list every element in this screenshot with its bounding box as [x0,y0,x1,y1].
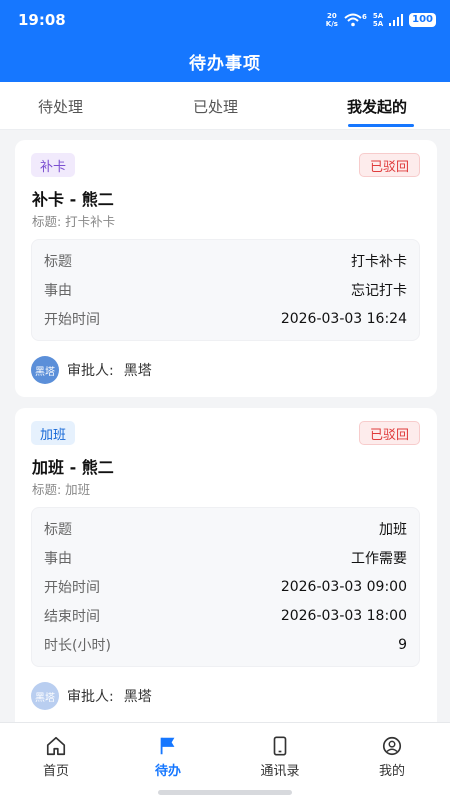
detail-label: 事由 [44,283,72,299]
detail-row: 结束时间 2026-03-03 18:00 [44,606,407,626]
approver-name: 黑塔 [123,363,152,379]
detail-value: 2026-03-03 16:24 [280,311,407,327]
nav-label: 我的 [378,764,405,779]
status-bar: 19:08 20 K/s 6 5A 5A 100 [0,0,450,40]
bottom-nav: 首页 待办 通讯录 我的 [0,722,450,800]
network-speed: 20 K/s [325,12,338,28]
detail-row: 标题 加班 [44,519,407,539]
card-title: 加班 - 熊二 [32,458,114,477]
nav-profile[interactable]: 我的 [352,735,432,779]
avatar: 黑塔 [31,356,59,384]
phone-icon [273,736,287,756]
signal-bars-icon [389,14,404,26]
detail-box: 标题 打卡补卡 事由 忘记打卡 开始时间 2026-03-03 16:24 [31,239,420,341]
request-card[interactable]: 补卡 已驳回 补卡 - 熊二 标题: 打卡补卡 标题 打卡补卡 事由 忘记打卡 … [15,140,437,397]
status-badge: 已驳回 [358,153,420,177]
approver-name: 黑塔 [123,689,152,705]
home-indicator [158,790,292,795]
detail-row: 事由 忘记打卡 [44,280,407,300]
request-list: 补卡 已驳回 补卡 - 熊二 标题: 打卡补卡 标题 打卡补卡 事由 忘记打卡 … [0,131,450,722]
detail-value: 2026-03-03 09:00 [280,579,407,595]
detail-label: 标题 [44,522,72,538]
tab-processed[interactable]: 已处理 [193,82,238,130]
flag-icon [160,737,175,755]
user-icon [382,736,402,756]
detail-value: 9 [398,637,407,653]
tab-initiated[interactable]: 我发起的 [347,82,407,130]
detail-label: 时长(小时) [44,638,111,654]
wifi-icon: 6 [344,13,367,27]
approver: 黑塔 审批人: 黑塔 [31,356,152,384]
nav-home[interactable]: 首页 [16,735,96,779]
nav-label: 通讯录 [260,764,300,779]
detail-box: 标题 加班 事由 工作需要 开始时间 2026-03-03 09:00 结束时间… [31,507,420,667]
nav-contacts[interactable]: 通讯录 [240,735,320,779]
detail-value: 工作需要 [351,551,407,567]
status-icons: 20 K/s 6 5A 5A 100 [326,12,436,28]
detail-row: 标题 打卡补卡 [44,251,407,271]
detail-row: 事由 工作需要 [44,548,407,568]
card-subtitle: 标题: 加班 [32,482,91,497]
card-subtitle: 标题: 打卡补卡 [32,214,116,229]
nav-todo[interactable]: 待办 [128,735,208,779]
detail-value: 忘记打卡 [351,283,407,299]
nav-label: 首页 [42,764,69,779]
request-card[interactable]: 加班 已驳回 加班 - 熊二 标题: 加班 标题 加班 事由 工作需要 开始时间… [15,408,437,722]
home-icon [46,736,66,756]
page-title: 待办事项 [189,53,261,74]
approver-label: 审批人: [67,689,114,705]
detail-label: 标题 [44,254,72,270]
detail-row: 开始时间 2026-03-03 09:00 [44,577,407,597]
status-time: 19:08 [18,11,66,29]
battery-icon: 100 [409,13,436,27]
detail-label: 开始时间 [44,580,100,596]
status-badge: 已驳回 [358,421,420,445]
card-title: 补卡 - 熊二 [32,190,114,209]
detail-row: 开始时间 2026-03-03 16:24 [44,309,407,329]
detail-label: 事由 [44,551,72,567]
detail-value: 2026-03-03 18:00 [280,608,407,624]
approver-label: 审批人: [67,363,114,379]
nav-label: 待办 [154,764,181,779]
detail-value: 打卡补卡 [351,254,407,270]
type-tag: 补卡 [31,153,76,177]
detail-value: 加班 [379,522,407,538]
tab-active-indicator [348,124,414,127]
detail-label: 结束时间 [44,609,100,625]
avatar: 黑塔 [31,682,59,710]
tab-bar: 待处理 已处理 我发起的 [0,82,450,130]
signal-icon: 5A 5A [372,12,384,28]
title-bar: 待办事项 [0,40,450,82]
approver: 黑塔 审批人: 黑塔 [31,682,152,710]
detail-row: 时长(小时) 9 [44,635,407,655]
tab-pending[interactable]: 待处理 [38,82,83,130]
detail-label: 开始时间 [44,312,100,328]
type-tag: 加班 [31,421,76,445]
